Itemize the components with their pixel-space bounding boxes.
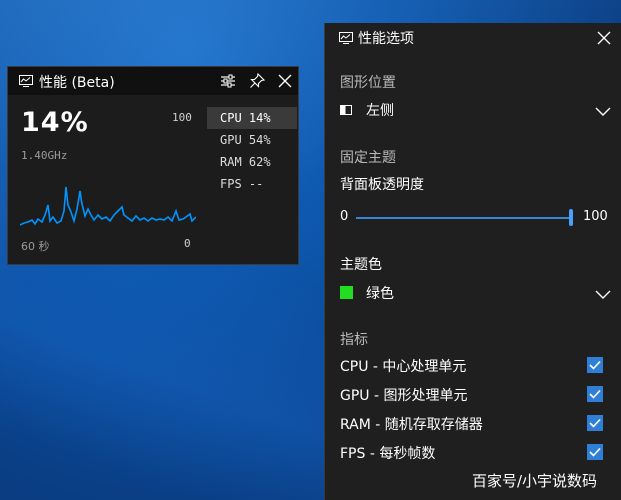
- checkmark-icon: [589, 360, 601, 370]
- checkbox[interactable]: [587, 444, 603, 460]
- checkbox[interactable]: [587, 386, 603, 402]
- graph-position-heading: 图形位置: [340, 75, 396, 91]
- metric-gpu[interactable]: GPU 54%: [207, 129, 297, 151]
- metric-fps[interactable]: FPS --: [207, 173, 297, 195]
- pin-icon[interactable]: [248, 72, 266, 90]
- slider-min-label: 0: [340, 209, 349, 224]
- theme-color-dropdown[interactable]: 绿色: [340, 283, 611, 305]
- dock-left-icon: [340, 105, 352, 115]
- slider-thumb[interactable]: [569, 209, 573, 226]
- checkmark-icon: [589, 389, 601, 399]
- cpu-usage-graph: [20, 186, 196, 226]
- performance-widget: 性能 (Beta) 14% 100 1.40GHz 60 秒 0 CPU 14%…: [7, 66, 299, 265]
- close-icon[interactable]: [595, 29, 613, 47]
- theme-color-value: 绿色: [366, 286, 394, 302]
- options-title: 性能选项: [358, 31, 414, 47]
- metrics-heading: 指标: [340, 332, 368, 348]
- widget-titlebar[interactable]: 性能 (Beta): [8, 67, 298, 95]
- metric-option-fps[interactable]: FPS - 每秒帧数: [340, 443, 605, 463]
- slider-max-label: 100: [583, 209, 608, 224]
- chevron-down-icon: [595, 107, 611, 116]
- metric-option-label: FPS - 每秒帧数: [340, 446, 436, 462]
- performance-icon: [19, 75, 33, 87]
- graph-position-dropdown[interactable]: 左侧: [340, 100, 611, 122]
- graph-position-value: 左侧: [366, 103, 394, 119]
- theme-color-heading: 主题色: [340, 257, 382, 273]
- fixed-theme-heading: 固定主题: [340, 150, 396, 166]
- checkmark-icon: [589, 447, 601, 457]
- graph-min-label: 0: [184, 237, 191, 250]
- close-icon[interactable]: [276, 72, 294, 90]
- metric-option-ram[interactable]: RAM - 随机存取存储器: [340, 414, 605, 434]
- metric-option-label: GPU - 图形处理单元: [340, 388, 468, 404]
- metric-cpu[interactable]: CPU 14%: [207, 107, 297, 129]
- opacity-slider[interactable]: 0 100: [340, 208, 610, 228]
- metric-list: CPU 14% GPU 54% RAM 62% FPS --: [207, 107, 297, 195]
- performance-icon: [339, 32, 353, 44]
- metric-ram[interactable]: RAM 62%: [207, 151, 297, 173]
- graph-max-label: 100: [172, 111, 192, 124]
- chevron-down-icon: [595, 290, 611, 299]
- graph-time-span: 60 秒: [21, 240, 50, 253]
- slider-track[interactable]: [356, 217, 571, 219]
- settings-sliders-icon[interactable]: [219, 72, 237, 90]
- checkmark-icon: [589, 418, 601, 428]
- opacity-label: 背面板透明度: [340, 177, 424, 193]
- metric-option-gpu[interactable]: GPU - 图形处理单元: [340, 385, 605, 405]
- metric-option-label: RAM - 随机存取存储器: [340, 417, 483, 433]
- color-swatch: [340, 286, 353, 299]
- metric-option-cpu[interactable]: CPU - 中心处理单元: [340, 356, 605, 376]
- metric-option-label: CPU - 中心处理单元: [340, 359, 467, 375]
- checkbox[interactable]: [587, 357, 603, 373]
- performance-options-panel: 性能选项 图形位置 左侧 固定主题 背面板透明度 0 100 主题色 绿色 指标…: [324, 23, 621, 500]
- widget-title: 性能 (Beta): [39, 75, 115, 91]
- cpu-usage-value: 14%: [21, 107, 89, 138]
- checkbox[interactable]: [587, 415, 603, 431]
- cpu-frequency: 1.40GHz: [21, 149, 68, 162]
- watermark: 百家号/小宇说数码: [472, 472, 598, 490]
